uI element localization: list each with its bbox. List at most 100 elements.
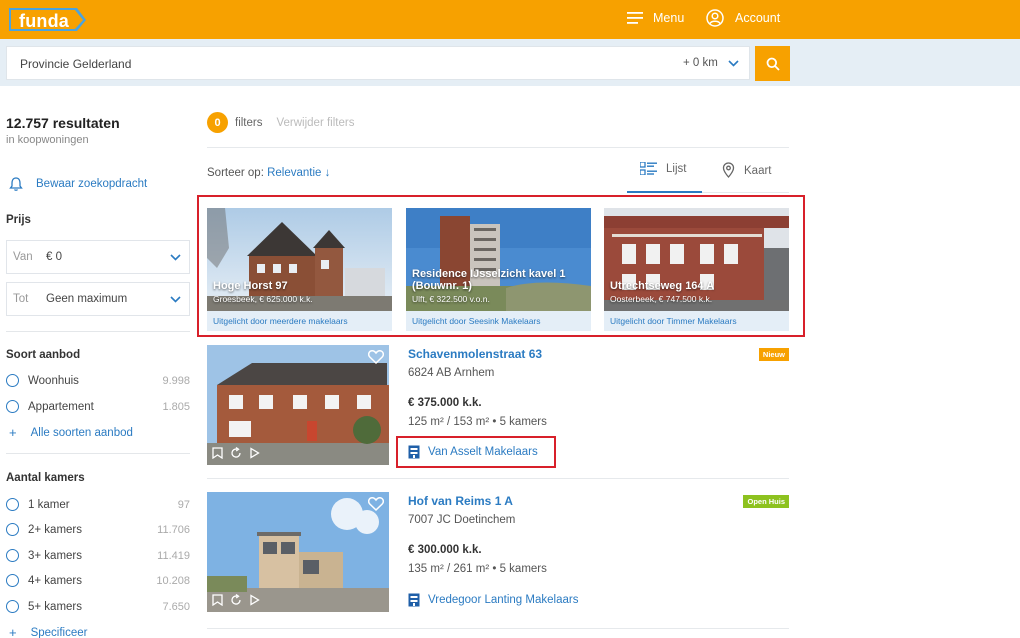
agent-logo-icon <box>408 593 420 607</box>
chevron-down-icon <box>170 296 181 303</box>
radio-button[interactable] <box>6 374 19 387</box>
listing-specs: 135 m² / 261 m² • 5 kamers <box>408 563 547 575</box>
filter-count-badge: 0 <box>207 112 228 133</box>
radio-button[interactable] <box>6 600 19 613</box>
price-from-select[interactable]: Van € 0 <box>6 240 190 274</box>
option-label: Woonhuis <box>28 374 79 387</box>
radio-button[interactable] <box>6 400 19 413</box>
listing-address[interactable]: Hof van Reims 1 A <box>408 494 513 508</box>
price-to-label: Tot <box>13 293 29 305</box>
listing-price: € 375.000 k.k. <box>408 397 482 409</box>
option-count: 1.805 <box>162 400 190 413</box>
search-box[interactable]: + 0 km <box>6 46 750 80</box>
heart-icon[interactable] <box>368 350 384 364</box>
more-label: Alle soorten aanbod <box>30 426 133 439</box>
divider <box>702 192 789 193</box>
option-label: Appartement <box>28 400 94 413</box>
listing-specs: 125 m² / 153 m² • 5 kamers <box>408 416 547 428</box>
sort-value[interactable]: Relevantie ↓ <box>267 167 330 179</box>
option-label: 4+ kamers <box>28 574 83 587</box>
rotate-360-icon[interactable] <box>230 594 242 606</box>
top-bar: funda Menu Account <box>0 0 1020 39</box>
option-count: 10.208 <box>156 574 190 587</box>
agent-highlight-box <box>396 436 556 468</box>
radius-select[interactable]: + 0 km <box>683 57 739 69</box>
listing-postal: 6824 AB Arnhem <box>408 367 495 379</box>
photo-tools <box>212 594 260 606</box>
rooms-option-2[interactable]: 2+ kamers 11.706 <box>6 523 190 536</box>
listing-postal: 7007 JC Doetinchem <box>408 514 516 526</box>
radio-button[interactable] <box>6 574 19 587</box>
listing-label-badge: Nieuw <box>758 348 789 361</box>
option-label: 3+ kamers <box>28 549 83 562</box>
list-tab-label: Lijst <box>666 162 687 175</box>
menu-label: Menu <box>653 11 685 25</box>
play-icon[interactable] <box>249 594 260 606</box>
offer-option-appartement[interactable]: Appartement 1.805 <box>6 400 190 413</box>
map-tab-label: Kaart <box>744 164 772 177</box>
menu-button[interactable]: Menu <box>627 11 684 25</box>
listing-card[interactable]: Hof van Reims 1 A 7007 JC Doetinchem € 3… <box>207 492 789 620</box>
account-label: Account <box>735 11 781 25</box>
bookmark-icon[interactable] <box>212 594 223 606</box>
price-title: Prijs <box>6 214 31 226</box>
rooms-option-3[interactable]: 3+ kamers 11.419 <box>6 549 190 562</box>
radio-button[interactable] <box>6 523 19 536</box>
specify-rooms-link[interactable]: + Specificeer <box>9 625 87 638</box>
listing-agent-link[interactable]: Vredegoor Lanting Makelaars <box>408 593 578 607</box>
price-from-label: Van <box>13 251 33 263</box>
divider <box>207 147 789 148</box>
chevron-down-icon <box>728 59 739 67</box>
remove-filters-link[interactable]: Verwijder filters <box>276 117 354 129</box>
offer-option-woonhuis[interactable]: Woonhuis 9.998 <box>6 374 190 387</box>
agent-name: Vredegoor Lanting Makelaars <box>428 594 579 606</box>
divider <box>6 331 190 332</box>
rooms-option-4[interactable]: 4+ kamers 10.208 <box>6 574 190 587</box>
chevron-down-icon <box>170 254 181 261</box>
rooms-option-5[interactable]: 5+ kamers 7.650 <box>6 600 190 613</box>
all-offer-types-link[interactable]: + Alle soorten aanbod <box>9 425 133 440</box>
funda-logo[interactable]: funda <box>7 6 87 33</box>
rotate-360-icon[interactable] <box>230 447 242 459</box>
filters-row: 0 filters Verwijder filters <box>207 112 354 133</box>
save-search-link[interactable]: Bewaar zoekopdracht <box>8 176 147 192</box>
hamburger-icon <box>627 12 643 24</box>
rooms-option-1[interactable]: 1 kamer 97 <box>6 498 190 511</box>
account-button[interactable]: Account <box>706 9 780 27</box>
listing-price: € 300.000 k.k. <box>408 544 482 556</box>
filters-label[interactable]: filters <box>235 117 262 129</box>
option-count: 11.706 <box>157 523 190 536</box>
play-icon[interactable] <box>249 447 260 459</box>
list-view-icon <box>640 162 657 175</box>
heart-icon[interactable] <box>368 497 384 511</box>
option-count: 7.650 <box>162 600 190 613</box>
price-from-value: € 0 <box>46 251 62 263</box>
option-label: 5+ kamers <box>28 600 83 613</box>
option-label: 2+ kamers <box>28 523 83 536</box>
bookmark-icon[interactable] <box>212 447 223 459</box>
radio-button[interactable] <box>6 498 19 511</box>
divider <box>207 628 789 629</box>
divider <box>6 453 190 454</box>
plus-icon: + <box>9 625 17 638</box>
tab-map[interactable]: Kaart <box>722 162 772 179</box>
divider <box>207 478 789 479</box>
option-count: 97 <box>177 498 190 511</box>
radio-button[interactable] <box>6 549 19 562</box>
search-button[interactable] <box>755 46 790 81</box>
option-count: 11.419 <box>157 549 190 562</box>
featured-highlight-box <box>197 195 805 337</box>
option-count: 9.998 <box>162 374 190 387</box>
map-pin-icon <box>722 162 735 178</box>
price-to-select[interactable]: Tot Geen maximum <box>6 282 190 316</box>
search-input[interactable] <box>20 57 580 71</box>
sort-control[interactable]: Sorteer op: Relevantie ↓ <box>207 167 330 179</box>
logo-text: funda <box>19 11 69 31</box>
search-icon <box>766 57 780 71</box>
more-label: Specificeer <box>30 626 88 638</box>
listing-address[interactable]: Schavenmolenstraat 63 <box>408 347 542 361</box>
sort-label: Sorteer op: <box>207 167 264 179</box>
photo-tools <box>212 447 260 459</box>
plus-icon: + <box>9 425 17 440</box>
tab-list[interactable]: Lijst <box>640 162 686 175</box>
